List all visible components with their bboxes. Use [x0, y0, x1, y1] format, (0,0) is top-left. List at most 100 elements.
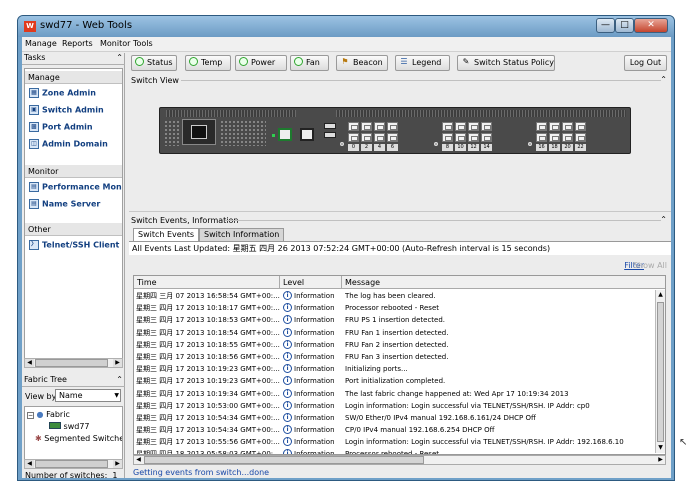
scroll-down-icon[interactable]: ▼	[656, 443, 665, 453]
menu-manage[interactable]: Manage	[25, 39, 57, 48]
task-performance-monitor[interactable]: ▤ Performance Mon	[29, 182, 122, 194]
fc-port[interactable]	[536, 133, 547, 142]
tab-switch-events[interactable]: Switch Events	[133, 228, 200, 242]
scroll-left-icon[interactable]: ◀	[134, 456, 143, 464]
menu-reports[interactable]: Reports	[62, 39, 93, 48]
fc-port[interactable]	[348, 122, 359, 131]
usb-port-icon[interactable]	[324, 123, 336, 129]
beacon-button[interactable]: ⚑ Beacon	[336, 55, 388, 71]
fc-port[interactable]	[468, 133, 479, 142]
view-by-select[interactable]: Name ▼	[55, 389, 121, 402]
scroll-up-icon[interactable]: ▲	[656, 290, 665, 300]
section-other[interactable]: Other	[25, 223, 122, 236]
scroll-right-icon[interactable]: ▶	[656, 456, 665, 464]
table-row[interactable]: 星期四 三月 07 2013 16:58:54 GMT+00:... i Infor…	[134, 290, 656, 302]
fc-port[interactable]	[374, 133, 385, 142]
fc-port[interactable]	[575, 122, 586, 131]
tree-scroll-thumb[interactable]	[35, 460, 108, 468]
fc-port[interactable]	[455, 133, 466, 142]
fc-port[interactable]	[361, 133, 372, 142]
tree-node-fabric[interactable]: − ● Fabric	[27, 410, 70, 419]
column-time[interactable]: Time	[134, 276, 280, 289]
tree-horizontal-scrollbar[interactable]: ◀ ▶	[24, 459, 123, 469]
switch-chassis[interactable]: 0 2 4 6 8 10 12 14 16 18 20 22	[159, 107, 631, 154]
task-port-admin[interactable]: ▩ Port Admin	[29, 122, 93, 134]
table-row[interactable]: 星期三 四月 17 2013 10:18:56 GMT+00:... i Infor…	[134, 351, 656, 363]
legend-button[interactable]: ☰ Legend	[395, 55, 450, 71]
fc-port[interactable]	[374, 122, 385, 131]
section-manage[interactable]: Manage	[25, 71, 122, 84]
usb-port-icon[interactable]	[324, 132, 336, 138]
fc-port[interactable]	[549, 133, 560, 142]
serial-port[interactable]	[300, 128, 314, 141]
table-row[interactable]: 星期三 四月 17 2013 10:19:34 GMT+00:... i Infor…	[134, 388, 656, 400]
tree-node-switch[interactable]: swd77	[49, 422, 90, 431]
switch-status-policy-button[interactable]: ✎ Switch Status Policy	[457, 55, 555, 71]
table-scroll-thumb[interactable]	[657, 302, 664, 442]
fc-port[interactable]	[575, 133, 586, 142]
fc-port[interactable]	[468, 122, 479, 131]
menu-tools[interactable]: Tools	[133, 39, 153, 48]
task-name-server[interactable]: ▤ Name Server	[29, 199, 100, 211]
column-level[interactable]: Level	[280, 276, 342, 289]
fc-port[interactable]	[536, 122, 547, 131]
fc-port[interactable]	[481, 133, 492, 142]
logout-button[interactable]: Log Out	[624, 55, 667, 71]
fc-port[interactable]	[455, 122, 466, 131]
fc-port[interactable]	[387, 133, 398, 142]
task-zone-admin[interactable]: ▦ Zone Admin	[29, 88, 96, 100]
tree-node-segmented[interactable]: ✱ Segmented Switche	[35, 434, 122, 443]
fc-port[interactable]	[442, 122, 453, 131]
menu-monitor[interactable]: Monitor	[100, 39, 130, 48]
maximize-button[interactable]: □	[615, 18, 634, 33]
table-hscroll-thumb[interactable]	[144, 456, 424, 464]
fan-button[interactable]: Fan	[290, 55, 329, 71]
section-monitor[interactable]: Monitor	[25, 165, 122, 178]
task-telnet-ssh-client[interactable]: 〉 Telnet/SSH Client	[29, 240, 119, 252]
status-button[interactable]: Status	[131, 55, 177, 71]
task-switch-admin[interactable]: ▣ Switch Admin	[29, 105, 104, 117]
minimize-button[interactable]: —	[596, 18, 615, 33]
collapse-tasks-icon[interactable]: ⌃	[116, 53, 123, 62]
title-bar[interactable]: W swd77 - Web Tools — □ ✕	[18, 16, 674, 37]
scroll-right-icon[interactable]: ▶	[113, 359, 122, 367]
table-vertical-scrollbar[interactable]: ▲ ▼	[655, 290, 665, 453]
table-row[interactable]: 星期三 四月 17 2013 10:18:17 GMT+00:... i Infor…	[134, 302, 656, 314]
table-horizontal-scrollbar[interactable]: ◀ ▶	[133, 455, 666, 465]
table-row[interactable]: 星期三 四月 17 2013 10:19:23 GMT+00:... i Infor…	[134, 375, 656, 387]
power-button[interactable]: Power	[235, 55, 287, 71]
collapse-switch-view-icon[interactable]: ⌃	[660, 75, 667, 84]
table-row[interactable]: 星期三 四月 17 2013 10:18:55 GMT+00:... i Infor…	[134, 339, 656, 351]
collapse-fabric-tree-icon[interactable]: ⌃	[116, 375, 123, 384]
fc-port[interactable]	[562, 133, 573, 142]
fc-port[interactable]	[481, 122, 492, 131]
column-message[interactable]: Message	[342, 276, 665, 289]
close-button[interactable]: ✕	[634, 18, 668, 33]
ethernet-port[interactable]	[278, 128, 292, 141]
task-admin-domain[interactable]: ◫ Admin Domain	[29, 139, 108, 151]
collapse-events-icon[interactable]: ⌃	[660, 215, 667, 224]
fc-port[interactable]	[387, 122, 398, 131]
fc-port[interactable]	[549, 122, 560, 131]
power-supply[interactable]	[182, 119, 216, 145]
fc-port[interactable]	[442, 133, 453, 142]
scroll-left-icon[interactable]: ◀	[25, 359, 34, 367]
tasks-horizontal-scrollbar[interactable]: ◀ ▶	[24, 358, 123, 368]
fc-port[interactable]	[348, 133, 359, 142]
table-row[interactable]: 星期三 四月 17 2013 10:19:23 GMT+00:... i Infor…	[134, 363, 656, 375]
tab-switch-information[interactable]: Switch Information	[199, 228, 285, 241]
fc-port[interactable]	[361, 122, 372, 131]
scroll-left-icon[interactable]: ◀	[25, 460, 34, 468]
temp-button[interactable]: Temp	[185, 55, 231, 71]
table-row[interactable]: 星期三 四月 17 2013 10:53:00 GMT+00:... i Infor…	[134, 400, 656, 412]
fc-port[interactable]	[562, 122, 573, 131]
table-row[interactable]: 星期三 四月 17 2013 10:54:34 GMT+00:... i Infor…	[134, 412, 656, 424]
tasks-scroll-thumb[interactable]	[35, 359, 108, 367]
tree-collapse-icon[interactable]: −	[27, 412, 34, 419]
table-row[interactable]: 星期三 四月 17 2013 10:55:56 GMT+00:... i Infor…	[134, 436, 656, 448]
table-row[interactable]: 星期三 四月 17 2013 10:18:53 GMT+00:... i Infor…	[134, 314, 656, 326]
table-row[interactable]: 星期三 四月 17 2013 10:54:34 GMT+00:... i Infor…	[134, 424, 656, 436]
scroll-right-icon[interactable]: ▶	[113, 460, 122, 468]
admin-domain-icon: ◫	[29, 139, 39, 149]
table-row[interactable]: 星期三 四月 17 2013 10:18:54 GMT+00:... i Infor…	[134, 327, 656, 339]
